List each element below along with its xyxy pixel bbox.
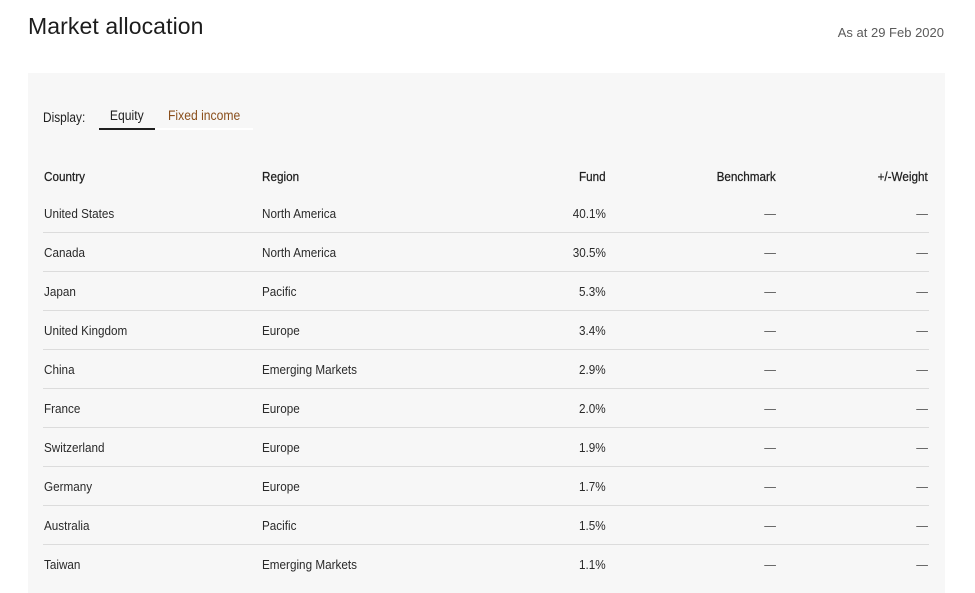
market-allocation-panel: Display: Equity Fixed income Country Reg… [28,73,945,593]
weight-cell: — [776,310,929,350]
region-cell: Emerging Markets [260,349,461,389]
region-cell: Emerging Markets [261,556,357,572]
weight-cell: — [776,232,929,272]
fund-cell: 30.5% [460,232,607,272]
country-cell: China [43,349,261,389]
weight-cell: — [776,505,929,545]
column-header-fund: Fund [578,168,606,184]
weight-cell: — [776,194,929,233]
region-cell: Europe [260,466,461,506]
country-cell: United States [43,194,261,233]
column-header-country: Country [44,168,85,184]
column-header-region: Region [261,168,299,184]
weight-cell: — [776,388,929,428]
region-cell: Pacific [260,505,461,545]
benchmark-cell: — [606,271,777,311]
display-toggle: Display: Equity Fixed income [43,108,253,130]
table-row: United States North America 40.1% — — [43,194,929,233]
table-header-row: Country Region Fund Benchmark +/-Weight [43,158,929,194]
benchmark-cell: — [606,505,777,545]
weight-cell: — [776,271,929,311]
benchmark-cell: — [606,194,777,233]
fund-cell: 1.5% [460,505,607,545]
tab-equity-label: Equity [109,108,144,123]
region-cell: North America [260,232,461,272]
page-title: Market allocation [28,13,204,39]
table-row: Japan Pacific 5.3% — — [43,271,929,311]
weight-cell: — [776,349,929,389]
fund-cell: 1.9% [460,427,607,467]
country-cell: Germany [43,466,261,506]
table-row: France Europe 2.0% — — [43,388,929,428]
country-cell: Taiwan [44,556,81,572]
country-cell: Australia [43,505,261,545]
weight-cell: — [776,427,929,467]
table-row: Australia Pacific 1.5% — — [43,505,929,545]
fund-cell: 40.1% [460,194,607,233]
region-cell: Europe [260,427,461,467]
table-row: United Kingdom Europe 3.4% — — [43,310,929,350]
fund-cell: 1.7% [460,466,607,506]
weight-cell: — [776,466,929,506]
benchmark-cell: — [606,232,777,272]
fund-cell: 2.9% [460,349,607,389]
allocation-table: Country Region Fund Benchmark +/-Weight … [43,158,929,583]
country-cell: Japan [43,271,261,311]
as-at-date: As at 29 Feb 2020 [837,25,944,40]
table-row: China Emerging Markets 2.9% — — [43,349,929,389]
display-label: Display: [43,110,86,125]
benchmark-cell: — [606,466,777,506]
table-row: Germany Europe 1.7% — — [43,466,929,506]
country-cell: Switzerland [43,427,261,467]
fund-cell: 3.4% [460,310,607,350]
column-header-weight: +/-Weight [877,168,928,184]
fund-cell: 5.3% [460,271,607,311]
region-cell: North America [260,194,461,233]
tab-equity[interactable]: Equity [99,108,155,130]
region-cell: Europe [260,388,461,428]
table-row: Canada North America 30.5% — — [43,232,929,272]
benchmark-cell: — [606,349,777,389]
weight-cell: — [916,556,928,572]
fund-cell: 1.1% [578,556,606,572]
region-cell: Pacific [260,271,461,311]
benchmark-cell: — [764,556,776,572]
country-cell: Canada [43,232,261,272]
country-cell: United Kingdom [43,310,261,350]
column-header-benchmark: Benchmark [716,168,776,184]
table-row: Switzerland Europe 1.9% — — [43,427,929,467]
tab-fixed-income-label: Fixed income [167,108,240,123]
fund-cell: 2.0% [460,388,607,428]
tab-fixed-income[interactable]: Fixed income [154,108,253,130]
table-row: Taiwan Emerging Markets 1.1% — — [43,545,929,584]
benchmark-cell: — [606,388,777,428]
country-cell: France [43,388,261,428]
region-cell: Europe [260,310,461,350]
benchmark-cell: — [606,310,777,350]
benchmark-cell: — [606,427,777,467]
